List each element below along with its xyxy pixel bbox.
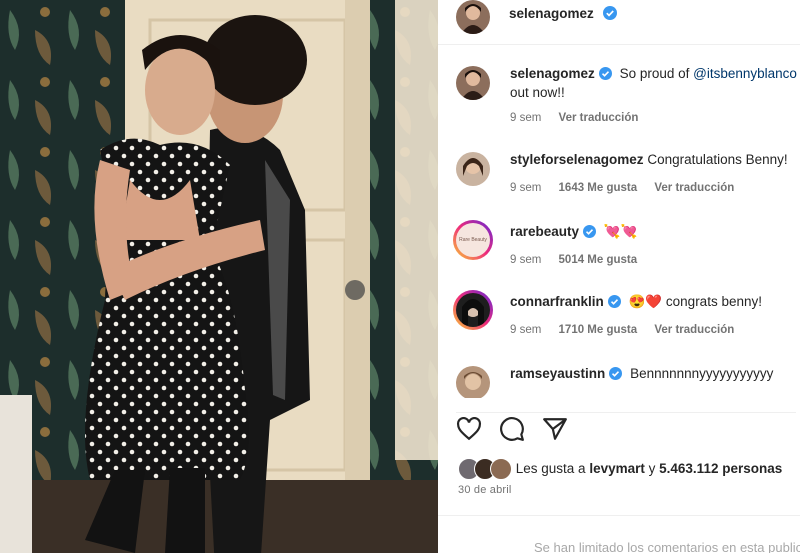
verified-icon [607,295,621,308]
likes-conj: y [644,461,660,476]
comment-body: 💘💘 [603,224,638,239]
comment-username[interactable]: rarebeauty [510,224,579,239]
comment-likes[interactable]: 1710 Me gusta [559,324,638,336]
post-side-panel: selenagomez selenagomez So proud of @its… [438,0,800,553]
comment-body: 😍❤️ congrats benny! [628,294,762,309]
comment-avatar[interactable] [453,290,493,330]
caption-avatar[interactable] [456,66,490,100]
comment-meta: 9 sem 1643 Me gusta Ver traducción [510,182,748,194]
comments-limited-footer: Se han limitado los comentarios en esta … [438,515,800,553]
avatar-image [463,158,483,176]
comment-avatar[interactable] [456,152,490,186]
verified-icon [603,6,617,20]
comments-limited-text: Se han limitado los comentarios en esta … [534,540,800,553]
comment-avatar[interactable] [456,366,490,398]
verified-icon [583,225,597,238]
comment-text: styleforselenagomez Congratulations Benn… [510,152,788,167]
comment-likes[interactable]: 5014 Me gusta [559,254,638,266]
author-avatar[interactable] [456,0,490,34]
comment-text: rarebeauty 💘💘 [510,224,637,240]
comment-text: ramseyaustinn Bennnnnnnyyyyyyyyyyy [510,366,773,381]
comment-avatar[interactable]: Rare Beauty [453,220,493,260]
likes-count[interactable]: 5.463.112 personas [659,461,782,476]
comment-time: 9 sem [510,254,542,266]
likes-prefix: Les gusta a [515,461,590,476]
caption-text: selenagomez So proud of @itsbennyblanco … [510,66,797,100]
caption-mention[interactable]: @itsbennyblanco [693,66,797,81]
comment-item: connarfranklin 😍❤️ congrats benny! 9 sem… [452,290,800,344]
action-bar [456,412,796,443]
translate-link[interactable]: Ver traducción [654,182,734,194]
post-date: 30 de abril [458,484,512,496]
comment-item: Rare Beauty rarebeauty 💘💘 9 sem 5014 Me … [452,220,800,274]
likes-summary: Les gusta a levymart y 5.463.112 persona… [458,458,782,480]
post-header: selenagomez [438,0,800,45]
comment-meta: 9 sem 5014 Me gusta [510,254,651,266]
translate-link[interactable]: Ver traducción [654,324,734,336]
avatar-image [464,372,482,390]
liker-avatar[interactable] [490,458,512,480]
post-image [0,0,438,553]
caption-time: 9 sem [510,112,542,124]
rarebeauty-logo: Rare Beauty [456,223,490,257]
liker-username[interactable]: levymart [589,461,645,476]
share-icon[interactable] [542,417,568,441]
comment-item: styleforselenagomez Congratulations Benn… [452,152,800,202]
verified-icon [609,367,623,380]
translate-link[interactable]: Ver traducción [559,112,639,124]
comment-username[interactable]: styleforselenagomez [510,152,644,167]
comment-item: ramseyaustinn Bennnnnnnyyyyyyyyyyy [452,366,800,398]
comment-username[interactable]: connarfranklin [510,294,604,309]
comment-text: connarfranklin 😍❤️ congrats benny! [510,294,762,310]
caption-meta: 9 sem Ver traducción [510,112,652,124]
comment-likes[interactable]: 1643 Me gusta [559,182,638,194]
verified-icon [598,67,612,80]
comment-body: Bennnnnnnyyyyyyyyyyy [630,366,774,381]
comment-username[interactable]: ramseyaustinn [510,366,605,381]
comment-icon[interactable] [499,416,525,442]
liker-avatars [458,458,512,480]
comment-time: 9 sem [510,324,542,336]
author-username[interactable]: selenagomez [509,6,594,21]
avatar-image [461,70,485,100]
post-caption: selenagomez So proud of @itsbennyblanco … [452,66,800,130]
caption-body: So proud of [619,66,694,81]
comment-body: Congratulations Benny! [647,152,788,167]
caption-username[interactable]: selenagomez [510,66,595,81]
caption-body-2: out now!! [510,85,565,100]
comment-meta: 9 sem 1710 Me gusta Ver traducción [510,324,748,336]
avatar-image [456,293,490,327]
heart-icon[interactable] [456,417,482,441]
post-photo[interactable] [0,0,438,553]
comment-time: 9 sem [510,182,542,194]
avatar-image [461,4,485,34]
